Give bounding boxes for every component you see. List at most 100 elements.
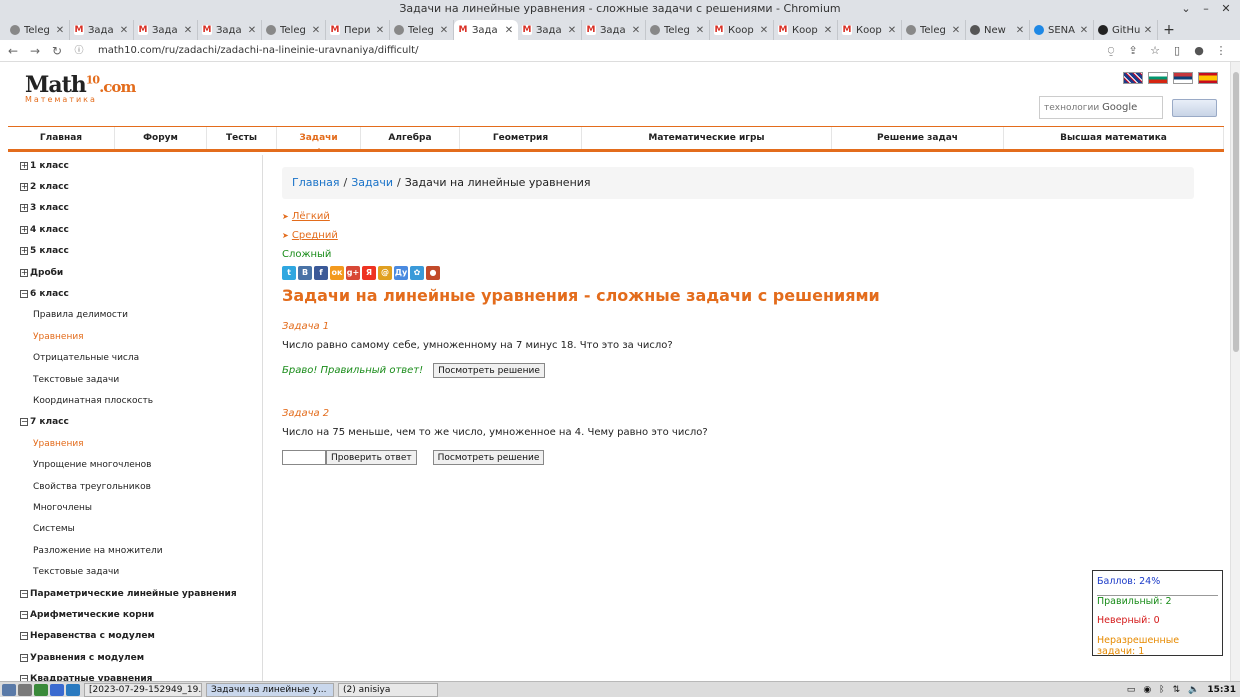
tab-close-icon[interactable]: ✕	[631, 25, 641, 36]
browser-launcher-icon[interactable]	[50, 683, 64, 696]
flag-bulgarian-icon[interactable]	[1148, 72, 1168, 84]
sidebar-section[interactable]: −7 класс	[8, 412, 262, 433]
tab-close-icon[interactable]: ✕	[119, 25, 129, 36]
browser-tab[interactable]: M Зада ✕	[454, 20, 518, 40]
sidebar-link[interactable]: Правила делимости	[8, 305, 262, 326]
new-tab-icon[interactable]: +	[1158, 20, 1180, 40]
task-2-answer-input[interactable]	[282, 450, 326, 465]
expand-icon[interactable]: +	[20, 247, 28, 256]
tab-close-icon[interactable]: ✕	[504, 25, 514, 36]
breadcrumb-tasks-link[interactable]: Задачи	[351, 176, 393, 189]
site-logo[interactable]: Math10.com Математика	[25, 72, 140, 112]
back-icon[interactable]: ←	[4, 42, 22, 60]
sidebar-section[interactable]: +3 класс	[8, 198, 262, 219]
tab-close-icon[interactable]: ✕	[1015, 25, 1025, 36]
sidebar-section[interactable]: − Квадратные уравнения	[8, 668, 262, 681]
collapse-icon[interactable]: −	[20, 632, 28, 641]
sidebar-section[interactable]: +2 класс	[8, 176, 262, 197]
share-icon[interactable]: ⇪	[1122, 44, 1144, 58]
sidebar-section[interactable]: +1 класс	[8, 155, 262, 176]
sidebar-link[interactable]: Многочлены	[8, 497, 262, 518]
flag-serbian-icon[interactable]	[1173, 72, 1193, 84]
sidebar-section[interactable]: −6 класс	[8, 283, 262, 304]
minimize-button[interactable]: –	[1198, 0, 1214, 18]
level-medium-link[interactable]: Средний	[292, 230, 338, 241]
browser-tab[interactable]: M Зада ✕	[518, 20, 582, 40]
expand-icon[interactable]: +	[20, 183, 28, 192]
flag-english-icon[interactable]	[1123, 72, 1143, 84]
browser-tab[interactable]: New ✕	[966, 20, 1030, 40]
settings-icon[interactable]: ✿	[410, 266, 424, 280]
tab-close-icon[interactable]: ✕	[951, 25, 961, 36]
browser-tab[interactable]: M Коор ✕	[710, 20, 774, 40]
network-icon[interactable]: ⇅	[1173, 685, 1181, 695]
browser-tab[interactable]: M Коор ✕	[774, 20, 838, 40]
browser-tab[interactable]: M Пери ✕	[326, 20, 390, 40]
scrollbar-thumb[interactable]	[1233, 72, 1239, 352]
menu-item[interactable]: Задачи	[277, 127, 361, 152]
reload-icon[interactable]: ↻	[48, 42, 66, 60]
sidebar-link[interactable]: Отрицательные числа	[8, 348, 262, 369]
collapse-icon[interactable]: −	[20, 653, 28, 662]
browser-tab[interactable]: M Зада ✕	[70, 20, 134, 40]
twitter-icon[interactable]: t	[282, 266, 296, 280]
menu-item[interactable]: Решение задач	[832, 127, 1004, 149]
sidebar-link[interactable]: Координатная плоскость	[8, 390, 262, 411]
googleplus-icon[interactable]: g+	[346, 266, 360, 280]
sidebar-link[interactable]: Свойства треугольников	[8, 476, 262, 497]
taskbar-item-anisiya[interactable]: (2) anisiya	[338, 682, 438, 697]
site-search-input[interactable]: технологии Google	[1039, 96, 1163, 119]
menu-item[interactable]: Тесты	[207, 127, 277, 149]
sidebar-link[interactable]: Уравнения	[8, 326, 262, 347]
vscode-icon[interactable]	[66, 683, 80, 696]
tab-close-icon[interactable]: ✕	[695, 25, 705, 36]
expand-icon[interactable]: +	[20, 204, 28, 213]
expand-icon[interactable]: +	[20, 268, 28, 277]
browser-tab[interactable]: GitHu ✕	[1094, 20, 1158, 40]
tab-close-icon[interactable]: ✕	[439, 25, 449, 36]
start-menu-icon[interactable]	[2, 683, 16, 696]
collapse-icon[interactable]: −	[20, 418, 28, 427]
browser-tab[interactable]: M Коор ✕	[838, 20, 902, 40]
chromium-tray-icon[interactable]: ◉	[1143, 685, 1151, 695]
menu-item[interactable]: Высшая математика	[1004, 127, 1224, 149]
bluetooth-icon[interactable]: ᛒ	[1159, 685, 1164, 695]
task-2-solution-button[interactable]: Посмотреть решение	[432, 450, 545, 465]
task-2-check-button[interactable]: Проверить ответ	[326, 450, 417, 465]
tab-close-icon[interactable]: ✕	[759, 25, 769, 36]
tab-close-icon[interactable]: ✕	[887, 25, 897, 36]
site-info-icon[interactable]: ⓘ	[70, 42, 88, 60]
browser-tab[interactable]: Teleg ✕	[6, 20, 70, 40]
vk-icon[interactable]: В	[298, 266, 312, 280]
browser-tab[interactable]: Teleg ✕	[646, 20, 710, 40]
odnoklassniki-icon[interactable]: ок	[330, 266, 344, 280]
browser-tab[interactable]: M Зада ✕	[198, 20, 262, 40]
forward-icon[interactable]: →	[26, 42, 44, 60]
expand-icon[interactable]: +	[20, 225, 28, 234]
collapse-icon[interactable]: −	[20, 610, 28, 619]
sidebar-section[interactable]: + Дроби	[8, 262, 262, 283]
sidebar-link[interactable]: Системы	[8, 519, 262, 540]
browser-tab[interactable]: SENA ✕	[1030, 20, 1094, 40]
file-manager-icon[interactable]	[34, 683, 48, 696]
expand-icon[interactable]: +	[20, 161, 28, 170]
tab-close-icon[interactable]: ✕	[375, 25, 385, 36]
yandex-icon[interactable]: Я	[362, 266, 376, 280]
menu-item[interactable]: Форум	[115, 127, 207, 149]
sidebar-section[interactable]: − Неравенства с модулем	[8, 626, 262, 647]
tab-close-icon[interactable]: ✕	[823, 25, 833, 36]
tab-close-icon[interactable]: ✕	[1143, 25, 1153, 36]
page-scrollbar[interactable]	[1230, 62, 1240, 681]
menu-item[interactable]: Главная	[8, 127, 115, 149]
menu-item[interactable]: Алгебра	[361, 127, 460, 149]
volume-icon[interactable]: 🔈	[1188, 685, 1199, 695]
mailru-icon[interactable]: @	[378, 266, 392, 280]
desktop-icon[interactable]	[18, 683, 32, 696]
level-easy-link[interactable]: Лёгкий	[292, 211, 330, 222]
menu-dots-icon[interactable]: ⋮	[1210, 44, 1232, 58]
task-1-solution-button[interactable]: Посмотреть решение	[433, 363, 545, 378]
close-icon[interactable]: ✕	[1218, 0, 1234, 18]
collapse-icon[interactable]: −	[20, 290, 28, 299]
collapse-icon[interactable]: −	[20, 589, 28, 598]
minimize-icon[interactable]: ⌄	[1178, 0, 1194, 18]
